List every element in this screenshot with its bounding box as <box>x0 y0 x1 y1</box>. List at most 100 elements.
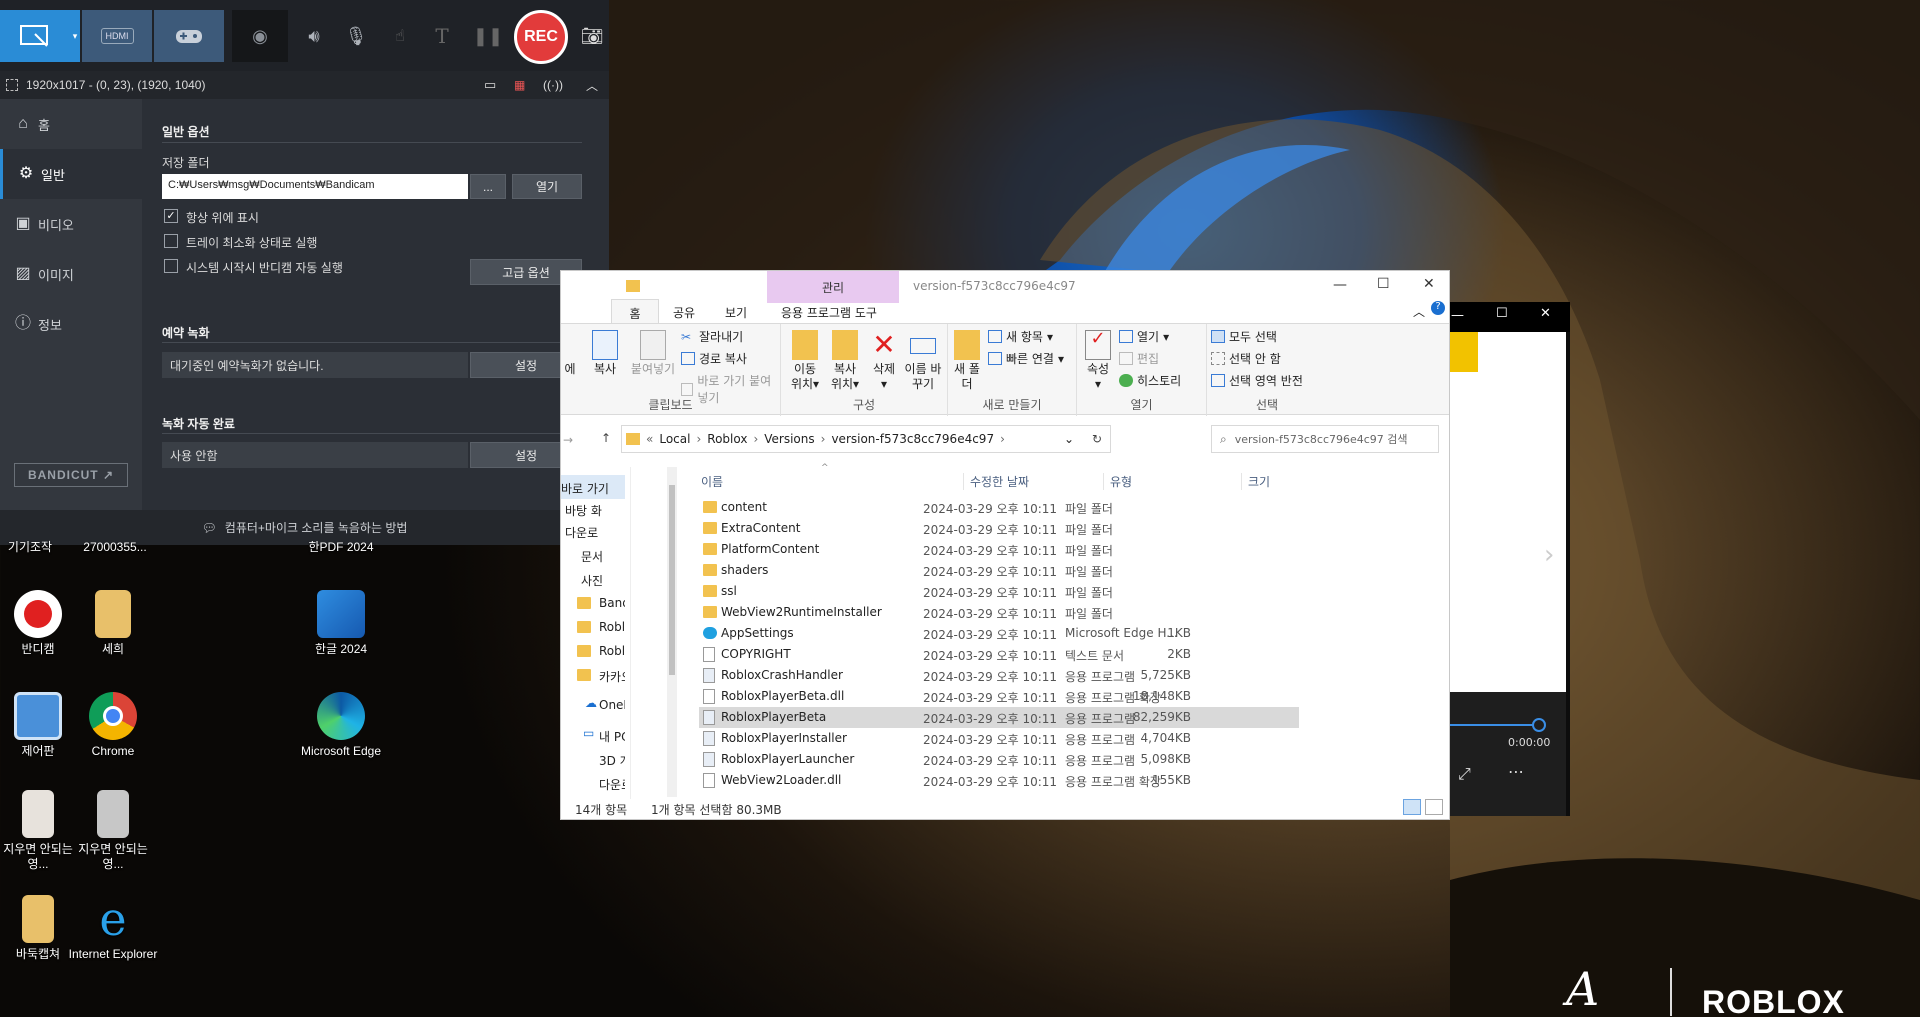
sidebar-item-video[interactable]: ▣ 비디오 <box>0 199 142 249</box>
breadcrumb-item[interactable]: Versions <box>764 432 814 446</box>
nav-item[interactable]: 다운로 <box>561 519 625 543</box>
nav-item[interactable]: 바탕 화 <box>561 497 625 521</box>
desktop-icon-hangul[interactable]: 한글 2024 <box>295 590 387 657</box>
column-date[interactable]: 수정한 날짜 <box>963 473 1029 490</box>
pin-quick-access-button[interactable]: 에 <box>561 330 579 377</box>
close-icon[interactable]: ✕ <box>1540 306 1551 321</box>
breadcrumb-item[interactable]: Local <box>659 432 690 446</box>
help-icon[interactable]: ? <box>1431 301 1445 315</box>
bandicut-logo[interactable]: BANDICUT ↗ <box>14 463 128 487</box>
collapse-ribbon-icon[interactable]: ︿ <box>1413 303 1425 320</box>
rename-button[interactable]: 이름 바꾸기 <box>903 330 943 392</box>
move-to-button[interactable]: 이동 위치▾ <box>787 330 823 392</box>
tab-view[interactable]: 보기 <box>725 304 747 321</box>
desktop-icon-edge[interactable]: Microsoft Edge <box>295 692 387 759</box>
minimize-icon[interactable]: — <box>1333 277 1347 293</box>
minimize-icon[interactable]: — <box>1451 308 1464 323</box>
details-view-icon[interactable] <box>1403 799 1421 815</box>
breadcrumb-item[interactable]: version-f573c8cc796e4c97 <box>831 432 994 446</box>
desktop-icon-video-2[interactable]: 지우면 안되는 영... <box>67 790 159 872</box>
tab-share[interactable]: 공유 <box>673 304 695 321</box>
search-box[interactable]: ⌕ version-f573c8cc796e4c97 검색 <box>1211 425 1439 453</box>
microphone-button[interactable]: 🎙︎ <box>340 10 372 62</box>
file-row[interactable]: shaders 2024-03-29 오후 10:11 파일 폴더 <box>699 560 1299 581</box>
desktop-icon-chrome[interactable]: Chrome <box>67 692 159 759</box>
nav-item[interactable]: 3D 개체 <box>561 747 625 771</box>
file-row[interactable]: ExtraContent 2024-03-29 오후 10:11 파일 폴더 <box>699 518 1299 539</box>
sidebar-item-info[interactable]: ⓘ 정보 <box>0 299 142 349</box>
next-arrow-icon[interactable]: › <box>1544 540 1554 570</box>
large-icons-view-icon[interactable] <box>1425 799 1443 815</box>
video-record-icon[interactable]: ▭ <box>484 77 496 93</box>
manage-tab[interactable]: 관리 <box>767 271 899 303</box>
sidebar-item-image[interactable]: ▨ 이미지 <box>0 249 142 299</box>
nav-scroll-thumb[interactable] <box>669 485 675 675</box>
save-folder-input[interactable]: C:₩Users₩msg₩Documents₩Bandicam <box>162 174 468 199</box>
maximize-icon[interactable]: ☐ <box>1377 276 1390 292</box>
nav-item[interactable]: Roblox <box>561 639 625 663</box>
refresh-icon[interactable]: ↻ <box>1092 432 1102 446</box>
invert-selection-button[interactable]: 선택 영역 반전 <box>1211 372 1303 389</box>
select-all-button[interactable]: 모두 선택 <box>1211 328 1277 345</box>
column-type[interactable]: 유형 <box>1103 473 1132 490</box>
file-row[interactable]: ssl 2024-03-29 오후 10:11 파일 폴더 <box>699 581 1299 602</box>
address-dropdown-icon[interactable]: ⌄ <box>1064 432 1074 446</box>
pause-button[interactable]: ❚❚ <box>473 10 503 62</box>
seek-handle[interactable] <box>1532 718 1546 732</box>
back-arrow-icon[interactable]: → <box>563 433 573 447</box>
desktop-icon-folder[interactable]: 세희 <box>67 590 159 657</box>
copy-button[interactable]: 복사 <box>587 330 623 377</box>
maximize-icon[interactable]: ☐ <box>1496 306 1508 321</box>
schedule-icon[interactable]: ▦ <box>514 78 525 92</box>
up-arrow-icon[interactable]: ↑ <box>601 431 611 445</box>
open-folder-button[interactable]: 열기 <box>512 174 582 199</box>
new-folder-button[interactable]: 새 폴더 <box>952 330 982 392</box>
tray-minimized-checkbox[interactable] <box>164 234 178 248</box>
seek-bar[interactable] <box>1448 724 1538 726</box>
nav-item[interactable]: 바로 가기 <box>561 475 625 499</box>
address-bar[interactable]: « Local › Roblox › Versions › version-f573c… <box>621 425 1111 453</box>
properties-button[interactable]: ✓ 속성 ▾ <box>1083 330 1113 392</box>
collapse-icon[interactable]: ︿ <box>586 77 598 94</box>
column-name[interactable]: 이름 <box>701 473 723 490</box>
file-row[interactable]: RobloxPlayerLauncher 2024-03-29 오후 10:11 응… <box>699 749 1299 770</box>
nav-item[interactable]: 문서 <box>561 543 625 567</box>
speaker-button[interactable]: 🔊︎ <box>298 10 330 62</box>
file-row[interactable]: RobloxPlayerBeta 2024-03-29 오후 10:11 응용 프로… <box>699 707 1299 728</box>
open-button[interactable]: 열기 ▾ <box>1119 328 1169 345</box>
cut-button[interactable]: ✂ 잘라내기 <box>681 328 743 345</box>
column-size[interactable]: 크기 <box>1241 473 1270 490</box>
nav-item[interactable]: 카카오톡 <box>561 663 625 687</box>
broadcast-icon[interactable]: ((·)) <box>543 78 563 92</box>
select-none-button[interactable]: 선택 안 함 <box>1211 350 1281 367</box>
quick-access-folder-icon[interactable] <box>626 280 640 292</box>
fullscreen-icon[interactable]: ⤢ <box>1458 764 1471 784</box>
sidebar-item-general[interactable]: ⚙ 일반 <box>0 149 142 199</box>
new-item-button[interactable]: 새 항목 ▾ <box>988 328 1053 345</box>
screen-mode-button[interactable] <box>0 10 70 62</box>
nav-item[interactable]: Roblox <box>561 615 625 639</box>
sidebar-item-home[interactable]: ⌂ 홈 <box>0 99 142 149</box>
file-row[interactable]: content 2024-03-29 오후 10:11 파일 폴더 <box>699 497 1299 518</box>
more-icon[interactable]: ⋯ <box>1508 762 1524 781</box>
screenshot-button[interactable]: 📷︎ <box>578 10 606 62</box>
paste-button[interactable]: 붙여넣기 <box>627 330 679 377</box>
copy-to-button[interactable]: 복사 위치▾ <box>827 330 863 392</box>
nav-item[interactable]: ☁OneDrive <box>561 693 625 717</box>
edit-button[interactable]: 편집 <box>1119 350 1159 367</box>
nav-item[interactable]: ▭ 내 PC <box>561 723 625 747</box>
nav-scrollbar[interactable] <box>667 467 677 797</box>
file-row[interactable]: PlatformContent 2024-03-29 오후 10:11 파일 폴더 <box>699 539 1299 560</box>
tab-home[interactable]: 홈 <box>611 299 659 324</box>
file-row[interactable]: RobloxCrashHandler 2024-03-29 오후 10:11 응용 … <box>699 665 1299 686</box>
history-button[interactable]: 히스토리 <box>1119 372 1181 389</box>
copy-path-button[interactable]: 경로 복사 <box>681 350 747 367</box>
nav-item[interactable]: Bandicam <box>561 591 625 615</box>
file-row[interactable]: COPYRIGHT 2024-03-29 오후 10:11 텍스트 문서 2KB <box>699 644 1299 665</box>
hdmi-mode-button[interactable]: HDMI <box>82 10 152 62</box>
tab-app-tools[interactable]: 응용 프로그램 도구 <box>781 304 877 321</box>
mode-dropdown-button[interactable]: ▾ <box>70 10 80 62</box>
file-row[interactable]: WebView2Loader.dll 2024-03-29 오후 10:11 응용 … <box>699 770 1299 791</box>
game-mode-button[interactable] <box>154 10 224 62</box>
close-icon[interactable]: ✕ <box>1423 276 1435 292</box>
